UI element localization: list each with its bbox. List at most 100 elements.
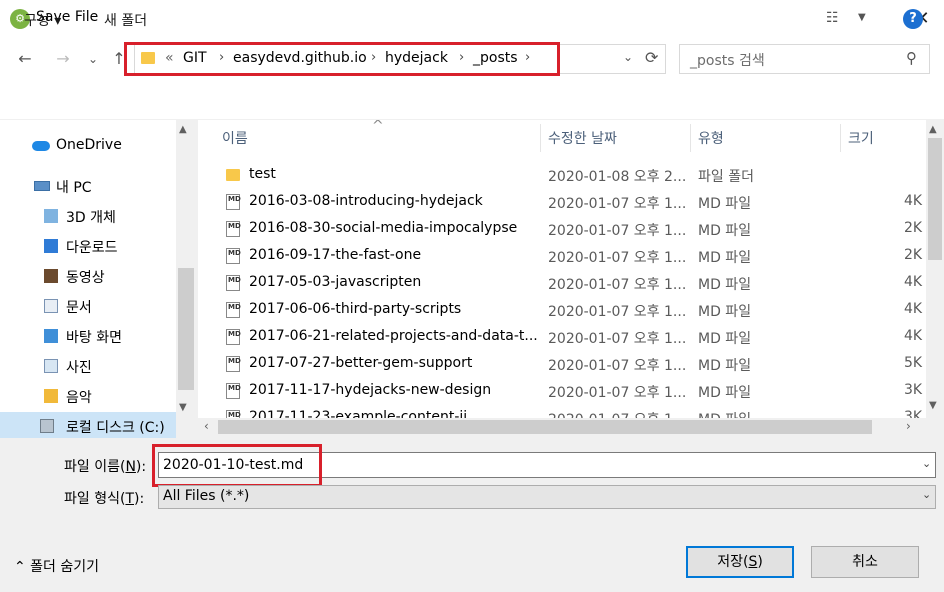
file-row[interactable]: MD 2017-06-21-related-projects-and-data-t… xyxy=(198,324,926,351)
file-name: 2017-06-21-related-projects-and-data-t..… xyxy=(249,328,538,344)
scroll-down-icon[interactable]: ▼ xyxy=(179,402,187,413)
navigation-scrollbar-thumb[interactable] xyxy=(178,268,194,390)
new-folder-button[interactable]: 새 폴더 xyxy=(104,10,147,30)
file-date: 2020-01-07 오후 1... xyxy=(548,304,687,320)
file-name: test xyxy=(249,166,276,182)
scroll-up-icon[interactable]: ▲ xyxy=(179,124,187,135)
refresh-icon[interactable]: ⟳ xyxy=(645,48,658,67)
sidebar-item-onedrive[interactable]: OneDrive xyxy=(0,132,176,160)
filename-label-text: 파일 이름( xyxy=(64,459,126,475)
back-arrow-icon[interactable]: ← xyxy=(14,48,36,70)
scroll-left-icon[interactable]: ‹ xyxy=(204,419,209,433)
organize-button[interactable]: 구성 ▾ xyxy=(24,10,61,30)
cancel-button[interactable]: 취소 xyxy=(811,546,919,578)
file-size: 3K xyxy=(904,409,923,418)
file-name: 2017-11-17-hydejacks-new-design xyxy=(249,382,492,398)
sidebar-item-downloads[interactable]: 다운로드 xyxy=(0,232,176,260)
file-name: 2016-03-08-introducing-hydejack xyxy=(249,193,483,209)
3d-objects-icon xyxy=(44,209,58,223)
sidebar-item-label: 다운로드 xyxy=(66,240,118,256)
file-row[interactable]: MD 2017-11-23-example-content-ii 2020-01-0… xyxy=(198,405,926,418)
file-row[interactable]: MD 2017-05-03-javascripten 2020-01-07 오후 1… xyxy=(198,270,926,297)
file-date: 2020-01-07 오후 1... xyxy=(548,331,687,347)
sidebar-item-documents[interactable]: 문서 xyxy=(0,292,176,320)
file-size: 2K xyxy=(904,247,923,263)
computer-icon xyxy=(34,181,50,191)
sidebar-item-label: 3D 개체 xyxy=(66,210,116,226)
file-row[interactable]: MD 2016-08-30-social-media-impocalypse 202… xyxy=(198,216,926,243)
file-name: 2016-09-17-the-fast-one xyxy=(249,247,422,263)
scroll-up-icon[interactable]: ▲ xyxy=(929,124,937,135)
file-date: 2020-01-07 오후 1... xyxy=(548,196,687,212)
search-icon[interactable]: ⚲ xyxy=(906,49,917,67)
pictures-icon xyxy=(44,359,58,373)
file-row[interactable]: MD 2016-03-08-introducing-hydejack 2020-01… xyxy=(198,189,926,216)
file-size: 4K xyxy=(904,193,923,209)
view-dropdown-icon[interactable]: ▼ xyxy=(858,12,866,23)
md-file-icon: MD xyxy=(226,248,241,264)
save-accesskey: S xyxy=(748,554,758,570)
save-button[interactable]: 저장(S) xyxy=(686,546,794,578)
horizontal-scrollbar-thumb[interactable] xyxy=(218,420,872,434)
scroll-right-icon[interactable]: › xyxy=(906,419,911,433)
file-row[interactable]: MD 2017-06-06-third-party-scripts 2020-01-… xyxy=(198,297,926,324)
filename-dropdown-icon[interactable]: ⌄ xyxy=(922,457,931,470)
sidebar-item-label: 내 PC xyxy=(56,180,92,196)
cloud-icon xyxy=(32,141,50,151)
sort-ascending-icon: ^ xyxy=(372,120,384,134)
sidebar-item-music[interactable]: 음악 xyxy=(0,382,176,410)
md-file-icon: MD xyxy=(226,410,241,418)
hide-folders-toggle[interactable]: ⌃ 폴더 숨기기 xyxy=(14,556,99,576)
file-type: MD 파일 xyxy=(698,331,752,347)
file-type: MD 파일 xyxy=(698,277,752,293)
sidebar-item-pictures[interactable]: 사진 xyxy=(0,352,176,380)
file-date: 2020-01-07 오후 1... xyxy=(548,250,687,266)
sidebar-item-3d-objects[interactable]: 3D 개체 xyxy=(0,202,176,230)
search-placeholder: _posts 검색 xyxy=(690,53,765,69)
filetype-label: 파일 형식(T): xyxy=(64,488,144,508)
address-dropdown-icon[interactable]: ⌄ xyxy=(623,50,633,64)
column-divider[interactable] xyxy=(690,124,691,152)
desktop-icon xyxy=(44,329,58,343)
file-row[interactable]: MD 2016-09-17-the-fast-one 2020-01-07 오후 1… xyxy=(198,243,926,270)
md-file-icon: MD xyxy=(226,329,241,345)
toolbar xyxy=(0,82,944,120)
column-divider[interactable] xyxy=(540,124,541,152)
sidebar-item-this-pc[interactable]: 내 PC xyxy=(0,172,176,200)
view-options-icon[interactable]: ☷ xyxy=(826,10,839,26)
music-icon xyxy=(44,389,58,403)
filetype-dropdown-icon[interactable]: ⌄ xyxy=(922,488,931,501)
file-type: MD 파일 xyxy=(698,304,752,320)
file-row[interactable]: MD 2017-07-27-better-gem-support 2020-01-0… xyxy=(198,351,926,378)
file-size: 4K xyxy=(904,301,923,317)
column-header-size[interactable]: 크기 xyxy=(848,128,874,148)
recent-locations-chevron-icon[interactable]: ⌄ xyxy=(82,48,104,70)
filename-label: 파일 이름(N): xyxy=(64,456,146,476)
vertical-scrollbar-thumb[interactable] xyxy=(928,138,942,260)
file-date: 2020-01-07 오후 1... xyxy=(548,385,687,401)
forward-arrow-icon[interactable]: → xyxy=(52,48,74,70)
file-type: MD 파일 xyxy=(698,223,752,239)
file-type: 파일 폴더 xyxy=(698,169,754,185)
column-header-name[interactable]: 이름 xyxy=(222,128,248,148)
search-input[interactable]: _posts 검색 ⚲ xyxy=(679,44,930,74)
file-name: 2017-05-03-javascripten xyxy=(249,274,422,290)
file-row[interactable]: MD 2017-11-17-hydejacks-new-design 2020-01… xyxy=(198,378,926,405)
file-row[interactable]: test 2020-01-08 오후 2... 파일 폴더 xyxy=(198,162,926,189)
document-icon xyxy=(44,299,58,313)
file-size: 2K xyxy=(904,220,923,236)
help-icon[interactable]: ? xyxy=(903,9,923,29)
filename-label-end: ): xyxy=(135,459,147,475)
column-divider[interactable] xyxy=(840,124,841,152)
folder-icon xyxy=(226,169,240,181)
sidebar-item-videos[interactable]: 동영상 xyxy=(0,262,176,290)
column-header-type[interactable]: 유형 xyxy=(698,128,724,148)
sidebar-item-desktop[interactable]: 바탕 화면 xyxy=(0,322,176,350)
filetype-select[interactable]: All Files (*.*) xyxy=(158,485,936,509)
md-file-icon: MD xyxy=(226,302,241,318)
column-header-date[interactable]: 수정한 날짜 xyxy=(548,128,617,148)
md-file-icon: MD xyxy=(226,356,241,372)
scroll-down-icon[interactable]: ▼ xyxy=(929,400,937,411)
sidebar-item-local-disk[interactable]: 로컬 디스크 (C:) xyxy=(0,412,176,438)
filename-field[interactable] xyxy=(158,452,936,478)
